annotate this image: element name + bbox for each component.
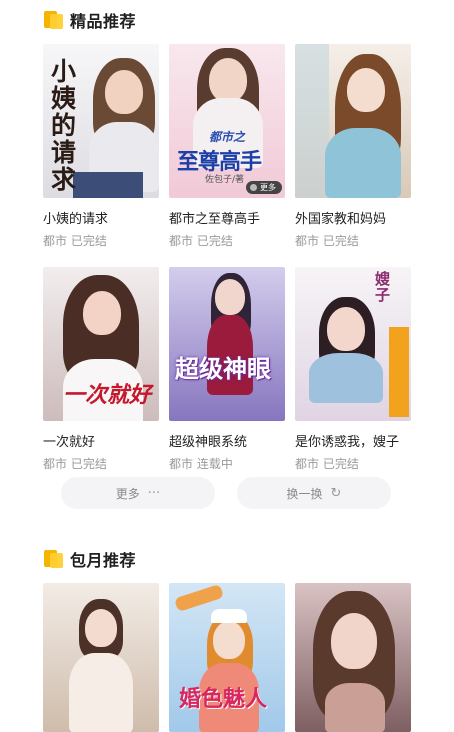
book-title[interactable]: 小姨的请求	[43, 208, 159, 227]
book-meta: 都市 已完结	[295, 234, 359, 248]
cover-title-text: 嫂子	[375, 270, 391, 304]
book-cover[interactable]: 都市之 至尊高手 佐包子/著 更多	[169, 44, 285, 198]
book-icon	[44, 550, 64, 568]
cover-title-text: 小姨的请求	[51, 57, 77, 194]
book-meta: 都市 已完结	[295, 457, 359, 471]
book-title[interactable]: 一次就好	[43, 431, 159, 450]
book-cover[interactable]: 超级神眼	[169, 267, 285, 421]
cover-subtitle-text: 都市之	[209, 130, 246, 144]
book-title[interactable]: 超级神眼系统	[169, 431, 285, 450]
book-meta: 都市 连载中	[169, 457, 233, 471]
refresh-icon: ↻	[330, 485, 342, 501]
book-card[interactable]: 超级神眼 超级神眼系统 都市 连载中	[169, 267, 285, 472]
refresh-button[interactable]: 换一换 ↻	[237, 477, 391, 509]
monthly-section-header: 包月推荐	[44, 547, 136, 571]
book-title[interactable]: 外国家教和妈妈	[295, 208, 411, 227]
book-cover[interactable]: 嫂子	[295, 267, 411, 421]
book-card[interactable]: 外国家教和妈妈 都市 已完结	[295, 44, 411, 249]
book-icon	[44, 11, 64, 29]
cover-title-text: 一次就好	[63, 382, 152, 408]
book-meta: 都市 已完结	[169, 234, 233, 248]
more-dots-icon: ···	[147, 485, 161, 501]
book-card[interactable]: 小姨的请求 小姨的请求 都市 已完结	[43, 44, 159, 249]
book-meta: 都市 已完结	[43, 234, 107, 248]
book-card[interactable]	[43, 583, 159, 732]
more-button[interactable]: 更多 ···	[61, 477, 215, 509]
monthly-section-title: 包月推荐	[70, 551, 137, 570]
book-meta: 都市 已完结	[43, 457, 107, 471]
book-title[interactable]: 是你诱惑我，嫂子	[295, 431, 411, 450]
cover-badge: 更多	[246, 181, 282, 194]
book-cover[interactable]	[295, 44, 411, 198]
book-card[interactable]	[295, 583, 411, 732]
featured-section-header: 精品推荐	[44, 8, 136, 32]
book-card[interactable]: 一次就好 一次就好 都市 已完结	[43, 267, 159, 472]
cover-title-text: 超级神眼	[175, 354, 271, 383]
featured-section-title: 精品推荐	[70, 12, 137, 31]
book-cover[interactable]: 婚色魅人	[169, 583, 285, 732]
book-cover[interactable]	[43, 583, 159, 732]
book-cover[interactable]	[295, 583, 411, 732]
book-card[interactable]: 婚色魅人	[169, 583, 285, 732]
featured-books-grid: 小姨的请求 小姨的请求 都市 已完结 都市之 至尊高手 佐包子/著 更多 都市之…	[43, 44, 411, 472]
cover-author-text: 佐包子/著	[205, 175, 245, 185]
monthly-books-grid: 婚色魅人	[43, 583, 411, 732]
book-cover[interactable]: 一次就好	[43, 267, 159, 421]
book-card[interactable]: 都市之 至尊高手 佐包子/著 更多 都市之至尊高手 都市 已完结	[169, 44, 285, 249]
book-cover[interactable]: 小姨的请求	[43, 44, 159, 198]
cover-title-text: 婚色魅人	[179, 686, 268, 712]
book-card[interactable]: 嫂子 是你诱惑我，嫂子 都市 已完结	[295, 267, 411, 472]
book-title[interactable]: 都市之至尊高手	[169, 208, 285, 227]
